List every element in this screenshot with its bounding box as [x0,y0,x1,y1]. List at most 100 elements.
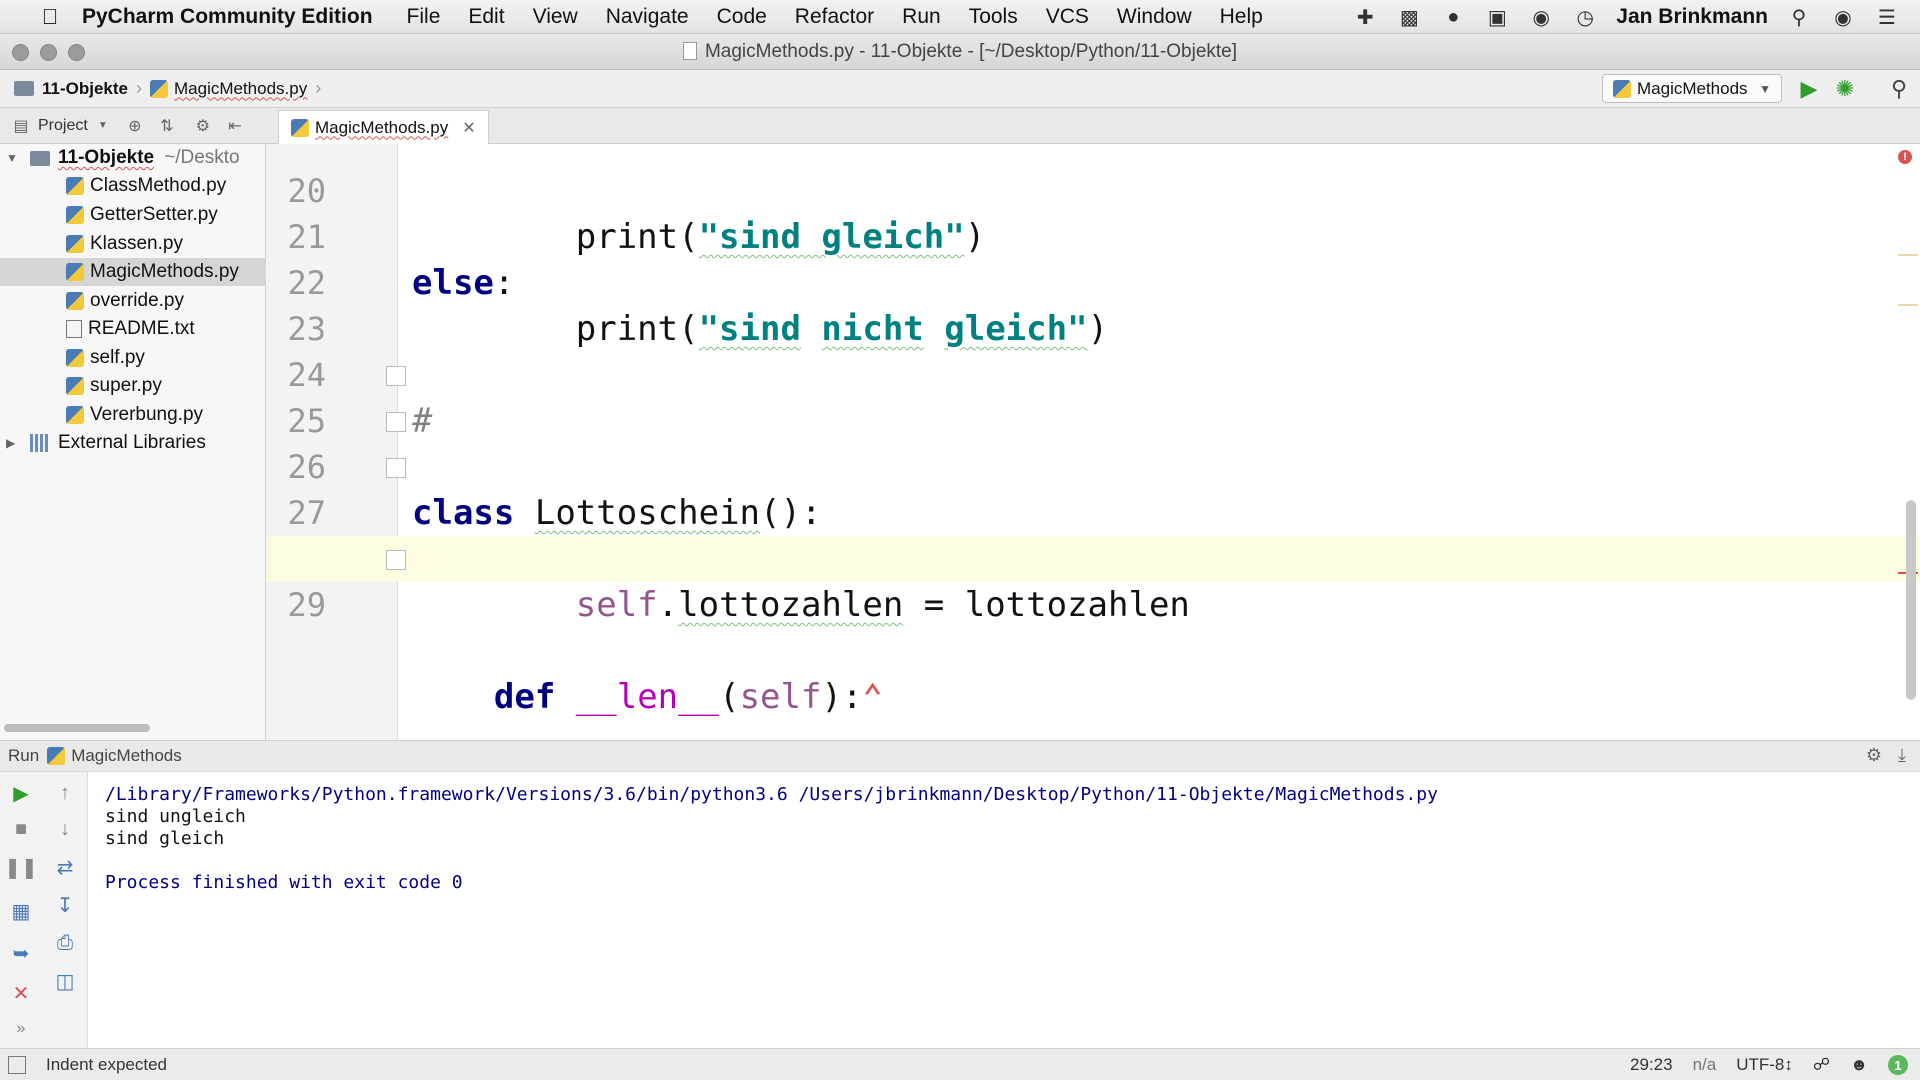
time-machine-icon[interactable]: ◷ [1572,5,1598,29]
tree-external-libraries[interactable]: ▶ External Libraries [0,429,266,457]
expand-arrow-icon[interactable]: ▼ [6,151,18,165]
tree-file-item[interactable]: GetterSetter.py [0,201,266,229]
stop-icon[interactable]: ■ [8,816,34,842]
tree-file-item[interactable]: self.py [0,344,266,372]
menu-file[interactable]: File [407,5,441,29]
event-log-badge[interactable]: 1 [1888,1055,1908,1075]
apple-icon[interactable]:  [30,4,70,30]
menu-navigate[interactable]: Navigate [606,5,689,29]
spotlight-search-icon[interactable]: ⚲ [1786,5,1812,29]
menu-vcs[interactable]: VCS [1046,5,1089,29]
code-line-20[interactable]: 20 print("sind gleich") [266,144,1920,257]
soft-wrap-icon[interactable]: ⇄ [52,854,78,880]
menu-refactor[interactable]: Refactor [795,5,874,29]
menu-view[interactable]: View [533,5,578,29]
tree-file-item[interactable]: super.py [0,372,266,400]
fold-end-marker-icon[interactable] [386,458,406,478]
scroll-up-icon[interactable]: ↑ [52,780,78,806]
tree-file-item[interactable]: Klassen.py [0,230,266,258]
camera-icon[interactable]: ▩ [1396,5,1422,29]
app-menu[interactable]: PyCharm Community Edition [82,5,373,29]
menu-code[interactable]: Code [717,5,767,29]
caret-position[interactable]: 29:23 [1630,1055,1673,1075]
leaf-icon[interactable]: ● [1440,5,1466,29]
code-line-27[interactable]: 27 self.lottozahlen = lottozahlen [266,444,1920,625]
restore-layout-icon[interactable]: ▦ [8,898,34,924]
debug-bug-icon[interactable]: ✺ [1832,76,1858,102]
user-name[interactable]: Jan Brinkmann [1616,5,1768,29]
lock-icon[interactable]: ☍ [1813,1055,1830,1075]
trash-icon[interactable]: ◫ [52,968,78,994]
fold-marker-icon[interactable] [386,412,406,432]
code-editor[interactable]: 20 print("sind gleich") 21 else: 22 prin… [266,144,1920,740]
code-line-28[interactable]: 28 [266,490,1920,578]
hide-panel-icon[interactable]: ⤓ [1898,745,1906,766]
notification-center-icon[interactable]: ☰ [1874,5,1900,29]
scroll-to-end-icon[interactable]: ↧ [52,892,78,918]
chat-icon[interactable]: ◉ [1528,5,1554,29]
search-icon[interactable]: ⚲ [1886,76,1912,102]
run-tab-magicmethods[interactable]: MagicMethods [71,746,182,766]
project-view-select[interactable]: Project [38,117,88,135]
collapse-all-icon[interactable]: ⇅ [156,116,178,136]
pause-icon[interactable]: ❚❚ [4,854,38,880]
scroll-from-source-icon[interactable]: ⊕ [124,116,146,136]
code-line-21[interactable]: 21 else: [266,168,1920,303]
run-console-output[interactable]: /Library/Frameworks/Python.framework/Ver… [88,772,1920,1048]
code-line-23[interactable]: 23 [266,260,1920,348]
window-title: MagicMethods.py - 11-Objekte - [~/Deskto… [0,41,1920,63]
scroll-down-icon[interactable]: ↓ [52,816,78,842]
siri-icon[interactable]: ◉ [1830,5,1856,29]
run-button[interactable]: ▶ [1796,76,1822,102]
tree-file-item[interactable]: ClassMethod.py [0,172,266,200]
gear-icon[interactable]: ⚙ [1866,745,1882,766]
tree-file-item-selected[interactable]: MagicMethods.py [0,258,266,286]
menu-window[interactable]: Window [1117,5,1192,29]
project-horizontal-scrollbar[interactable] [4,724,150,732]
tab-magicmethods[interactable]: MagicMethods.py ✕ [278,110,489,144]
code-line-26[interactable]: 26 def __init__(self, lottozahlen): [266,398,1920,579]
breadcrumb-separator-icon: › [315,78,322,98]
line-separator-status[interactable]: n/a [1693,1055,1717,1075]
expand-arrow-icon[interactable]: ▶ [6,436,18,450]
chevron-down-icon[interactable]: ▼ [92,116,114,136]
run-configuration-select[interactable]: MagicMethods ▼ [1602,74,1782,103]
plus-cross-icon[interactable]: ✚ [1352,5,1378,29]
close-tab-icon[interactable]: ✕ [462,118,475,138]
code-line-24[interactable]: 24 # [266,306,1920,441]
warning-stripe-marker[interactable] [1898,304,1918,306]
code-line-29-current[interactable]: 29 def __len__(self):⌃ [266,536,1920,717]
fold-marker-icon[interactable] [386,366,406,386]
tool-windows-toggle-icon[interactable] [8,1055,26,1074]
pin-icon[interactable]: ➥ [8,940,34,966]
gear-icon[interactable]: ⚙ [192,116,214,136]
editor-vertical-scrollbar[interactable] [1906,500,1916,700]
hide-panel-icon[interactable]: ⇤ [224,116,246,136]
menu-help[interactable]: Help [1220,5,1263,29]
folder-icon [30,150,50,166]
tree-file-item[interactable]: README.txt [0,315,266,343]
breadcrumb-file[interactable]: MagicMethods.py [150,79,307,99]
python-file-icon [291,118,309,137]
console-output-line: sind ungleich [105,806,246,827]
code-line-22[interactable]: 22 print("sind nicht gleich") [266,214,1920,349]
code-line-25[interactable]: 25 class Lottoschein(): [266,352,1920,533]
menu-tools[interactable]: Tools [969,5,1018,29]
print-icon[interactable]: ⎙ [52,930,78,956]
file-encoding[interactable]: UTF-8↕ [1736,1055,1793,1075]
more-actions-icon[interactable]: » [8,1016,34,1042]
menu-run[interactable]: Run [902,5,941,29]
fold-marker-icon[interactable] [386,550,406,570]
tree-root-folder[interactable]: ▼ 11-Objekte ~/Deskto [0,144,266,172]
status-message: Indent expected [46,1054,167,1074]
menu-edit[interactable]: Edit [468,5,504,29]
tree-file-item[interactable]: Vererbung.py [0,401,266,429]
close-icon[interactable]: ✕ [8,980,34,1006]
inspector-icon[interactable]: ☻ [1850,1055,1868,1075]
rerun-icon[interactable]: ▶ [8,780,34,806]
error-indicator-icon[interactable]: ! [1898,150,1912,164]
breadcrumb-folder[interactable]: 11-Objekte [14,79,128,99]
video-icon[interactable]: ▣ [1484,5,1510,29]
warning-stripe-marker[interactable] [1898,254,1918,256]
tree-file-item[interactable]: override.py [0,287,266,315]
